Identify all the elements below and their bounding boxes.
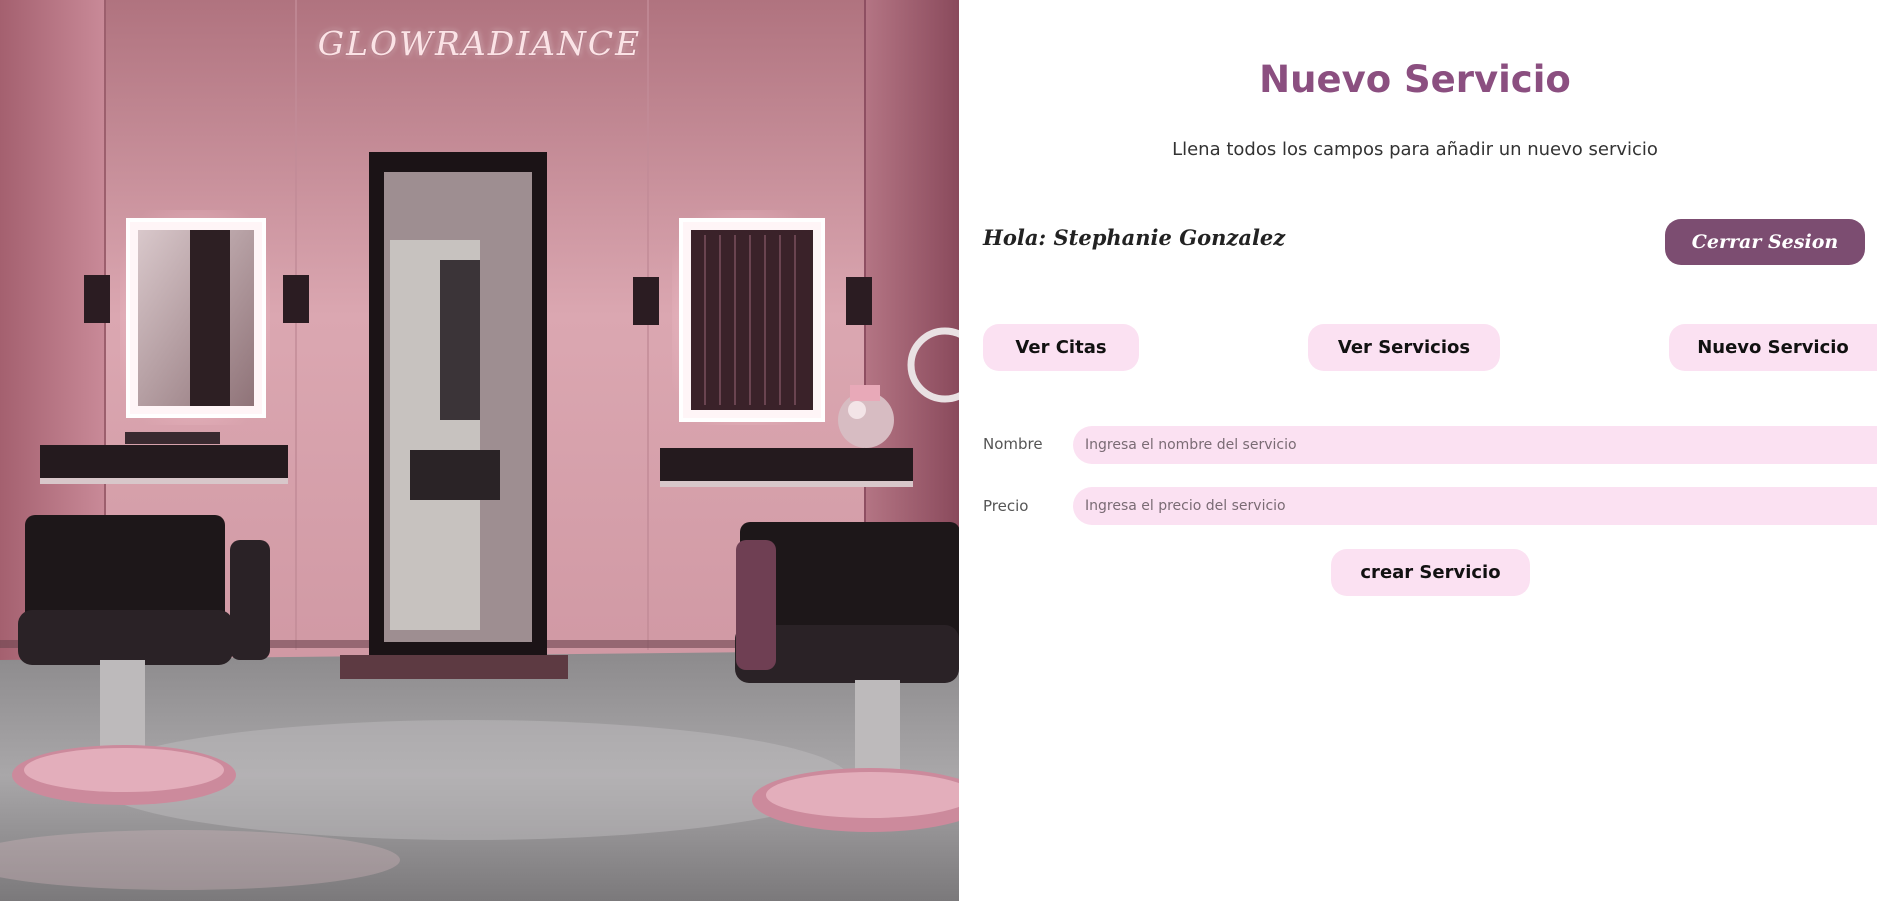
brand-logo: GLOWRADIANCE [317, 24, 642, 63]
precio-label: Precio [983, 497, 1029, 515]
app-root: GLOWRADIANCE Nuevo Servicio Llena todos … [0, 0, 1877, 901]
user-greeting: Hola: Stephanie Gonzalez [983, 225, 1286, 250]
nombre-input[interactable] [1073, 426, 1877, 464]
nombre-label: Nombre [983, 435, 1043, 453]
new-service-panel: Nuevo Servicio Llena todos los campos pa… [959, 0, 1877, 901]
precio-input[interactable] [1073, 487, 1877, 525]
logout-button[interactable]: Cerrar Sesion [1665, 219, 1865, 265]
salon-interior-image: GLOWRADIANCE [0, 0, 959, 901]
page-title: Nuevo Servicio [1259, 58, 1571, 101]
page-subtitle: Llena todos los campos para añadir un nu… [1172, 139, 1658, 160]
nav-ver-citas-button[interactable]: Ver Citas [983, 324, 1139, 371]
nav-ver-servicios-button[interactable]: Ver Servicios [1308, 324, 1500, 371]
crear-servicio-button[interactable]: crear Servicio [1331, 549, 1530, 596]
nav-nuevo-servicio-button[interactable]: Nuevo Servicio [1669, 324, 1877, 371]
